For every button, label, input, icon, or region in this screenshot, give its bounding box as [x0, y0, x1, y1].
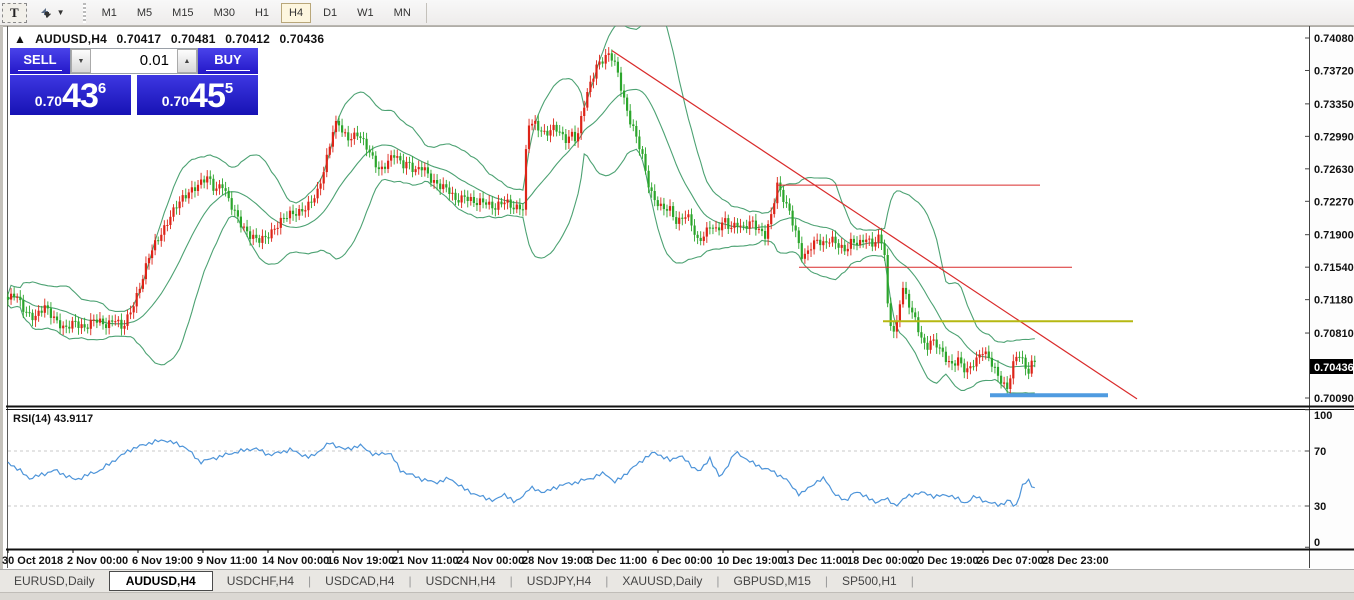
- svg-text:14 Nov 00:00: 14 Nov 00:00: [262, 555, 329, 567]
- toolbar-separator: [425, 2, 427, 23]
- svg-text:30 Oct 2018: 30 Oct 2018: [2, 555, 63, 567]
- one-click-trading-panel: SELL ▼ 0.01 ▲ BUY 0.70 43 6 0.70 45 5: [10, 48, 258, 115]
- chart-symbol: AUDUSD,H4: [35, 32, 107, 46]
- svg-text:0.74080: 0.74080: [1314, 33, 1354, 45]
- svg-text:100: 100: [1314, 410, 1332, 422]
- ohlc-close: 0.70436: [279, 32, 325, 46]
- chart-tabs-bar: EURUSD,Daily AUDUSD,H4 USDCHF,H4 | USDCA…: [0, 569, 1354, 592]
- status-strip: [0, 592, 1354, 600]
- top-toolbar: T ▼ M1 M5 M15 M30 H1 H4 D1 W1 MN: [0, 0, 1354, 26]
- arrows-tool-button[interactable]: ▼: [31, 3, 73, 23]
- ohlc-open: 0.70417: [116, 32, 162, 46]
- sell-price-big: 43: [62, 77, 99, 115]
- svg-text:20 Dec 19:00: 20 Dec 19:00: [912, 555, 979, 567]
- svg-text:28 Dec 23:00: 28 Dec 23:00: [1042, 555, 1109, 567]
- sell-button[interactable]: SELL: [10, 48, 70, 74]
- tab-usdcnh-h4[interactable]: USDCNH,H4: [412, 572, 510, 590]
- svg-text:13 Dec 11:00: 13 Dec 11:00: [782, 555, 848, 567]
- rsi-label: RSI(14) 43.9117: [13, 413, 93, 425]
- tab-usdchf-h4[interactable]: USDCHF,H4: [213, 572, 308, 590]
- chart-ohlc-header: ▲ AUDUSD,H4 0.70417 0.70481 0.70412 0.70…: [14, 32, 330, 46]
- text-tool-icon: T: [10, 4, 19, 20]
- timeframe-m1-button[interactable]: M1: [94, 3, 125, 23]
- buy-quote[interactable]: 0.70 45 5: [137, 75, 258, 115]
- svg-text:16 Nov 19:00: 16 Nov 19:00: [327, 555, 394, 567]
- svg-text:0.70090: 0.70090: [1314, 393, 1354, 405]
- svg-text:0.70810: 0.70810: [1314, 328, 1354, 340]
- svg-text:30: 30: [1314, 501, 1326, 513]
- ohlc-low: 0.70412: [225, 32, 270, 46]
- svg-text:9 Nov 11:00: 9 Nov 11:00: [197, 555, 258, 567]
- svg-text:6 Nov 19:00: 6 Nov 19:00: [132, 555, 193, 567]
- svg-text:0.73720: 0.73720: [1314, 65, 1354, 77]
- svg-text:0.72990: 0.72990: [1314, 131, 1354, 143]
- volume-input[interactable]: 0.01: [91, 49, 177, 73]
- timeframe-m15-button[interactable]: M15: [164, 3, 201, 23]
- collapse-panel-icon[interactable]: ▲: [14, 32, 26, 46]
- timeframe-m30-button[interactable]: M30: [206, 3, 243, 23]
- buy-price-prefix: 0.70: [161, 93, 190, 109]
- svg-text:0.73350: 0.73350: [1314, 99, 1354, 111]
- svg-text:0: 0: [1314, 537, 1320, 549]
- insert-text-tool-button[interactable]: T: [2, 2, 27, 23]
- svg-text:24 Nov 00:00: 24 Nov 00:00: [457, 555, 524, 567]
- svg-text:0.72630: 0.72630: [1314, 164, 1354, 176]
- timeframe-w1-button[interactable]: W1: [349, 3, 382, 23]
- timeframe-h4-button[interactable]: H4: [281, 2, 312, 23]
- svg-text:0.72270: 0.72270: [1314, 196, 1354, 208]
- svg-text:18 Dec 00:00: 18 Dec 00:00: [847, 555, 914, 567]
- buy-price-big: 45: [189, 77, 226, 115]
- ohlc-high: 0.70481: [170, 32, 216, 46]
- svg-text:26 Dec 07:00: 26 Dec 07:00: [977, 555, 1044, 567]
- toolbar-grip[interactable]: [80, 2, 88, 23]
- timeframe-m5-button[interactable]: M5: [129, 3, 160, 23]
- sell-quote[interactable]: 0.70 43 6: [10, 75, 131, 115]
- timeframe-mn-button[interactable]: MN: [386, 3, 419, 23]
- svg-text:70: 70: [1314, 446, 1326, 458]
- tab-eurusd-daily[interactable]: EURUSD,Daily: [0, 572, 109, 590]
- sell-price-pip: 6: [97, 80, 107, 97]
- volume-decrease-button[interactable]: ▼: [71, 49, 91, 73]
- tab-gbpusd-m15[interactable]: GBPUSD,M15: [720, 572, 825, 590]
- svg-text:3 Dec 11:00: 3 Dec 11:00: [587, 555, 647, 567]
- tab-usdjpy-h4[interactable]: USDJPY,H4: [513, 572, 605, 590]
- timeframe-h1-button[interactable]: H1: [247, 3, 277, 23]
- arrows-icon: [39, 6, 53, 20]
- buy-button[interactable]: BUY: [198, 48, 258, 74]
- svg-text:2 Nov 00:00: 2 Nov 00:00: [67, 555, 128, 567]
- sell-price-prefix: 0.70: [34, 93, 63, 109]
- svg-text:0.70436: 0.70436: [1314, 362, 1354, 374]
- tab-usdcad-h4[interactable]: USDCAD,H4: [311, 572, 408, 590]
- svg-text:28 Nov 19:00: 28 Nov 19:00: [522, 555, 589, 567]
- svg-text:0.71540: 0.71540: [1314, 262, 1354, 274]
- tab-xauusd-daily[interactable]: XAUUSD,Daily: [608, 572, 716, 590]
- tab-audusd-h4[interactable]: AUDUSD,H4: [108, 571, 213, 591]
- svg-text:0.71900: 0.71900: [1314, 230, 1354, 242]
- svg-text:6 Dec 00:00: 6 Dec 00:00: [652, 555, 713, 567]
- chevron-down-icon: ▼: [56, 8, 65, 17]
- svg-text:0.71180: 0.71180: [1314, 295, 1353, 307]
- volume-increase-button[interactable]: ▲: [177, 49, 197, 73]
- svg-text:21 Nov 11:00: 21 Nov 11:00: [392, 555, 459, 567]
- buy-price-pip: 5: [224, 80, 234, 97]
- timeframe-d1-button[interactable]: D1: [315, 3, 345, 23]
- tab-sp500-h1[interactable]: SP500,H1: [828, 572, 911, 590]
- svg-text:10 Dec 19:00: 10 Dec 19:00: [717, 555, 784, 567]
